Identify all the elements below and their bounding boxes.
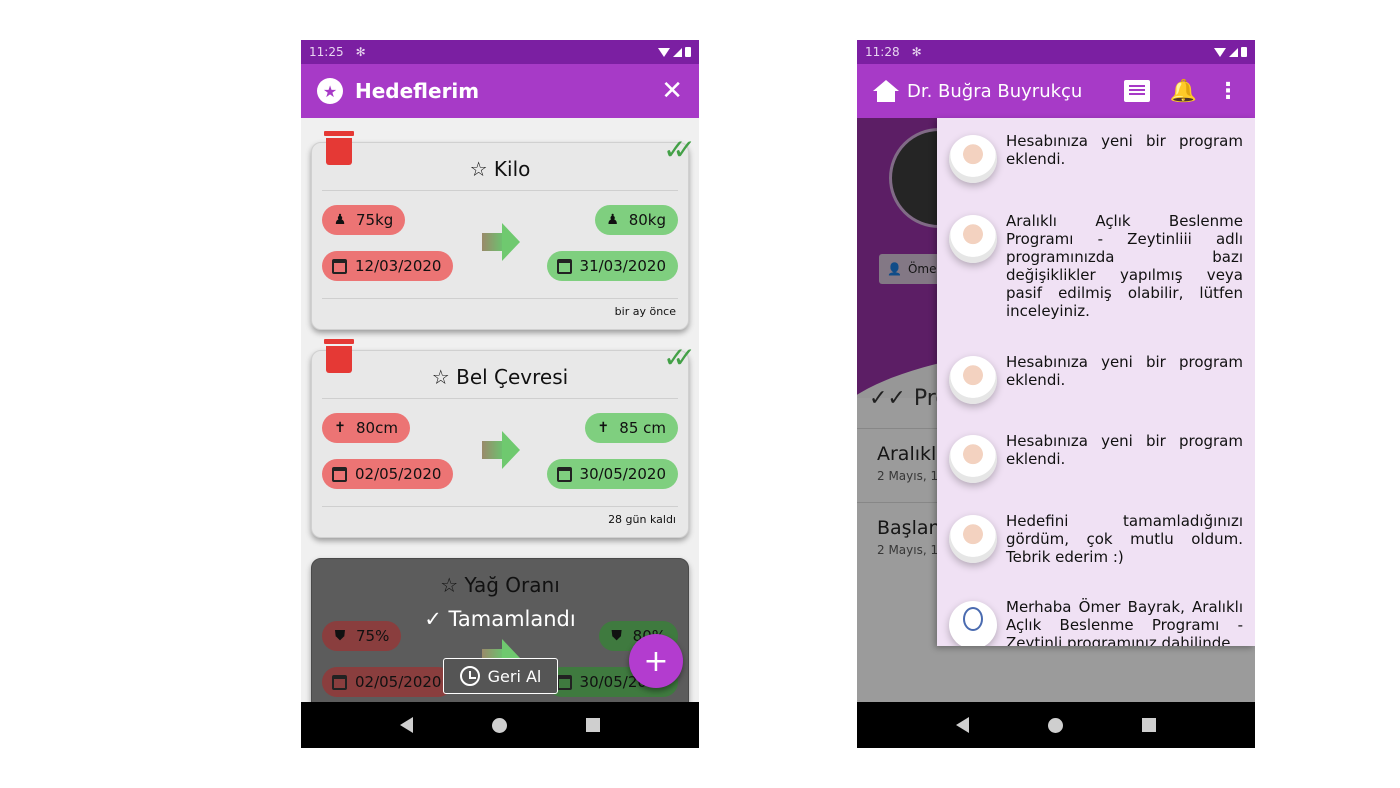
back-icon[interactable] bbox=[400, 717, 414, 733]
notification-item[interactable]: Hedefini tamamladığınızı gördüm, çok mut… bbox=[937, 512, 1255, 566]
logo-icon bbox=[949, 601, 997, 646]
status-time: 11:25 bbox=[309, 45, 344, 59]
close-icon[interactable]: ✕ bbox=[661, 78, 683, 104]
notification-item[interactable]: Hesabınıza yeni bir program eklendi. bbox=[937, 432, 1255, 483]
arrow-right-icon bbox=[482, 431, 520, 469]
remaining-time: 28 gün kaldı bbox=[608, 513, 676, 526]
goal-title: ☆ Yağ Oranı bbox=[440, 573, 560, 597]
calendar-icon bbox=[332, 466, 347, 482]
goal-card-waist: ✓✓ ☆ Bel Çevresi ✝ 80cm 02/05/2020 ✝ 85 … bbox=[311, 339, 696, 538]
home-nav-icon[interactable] bbox=[1047, 717, 1063, 733]
navigation-bar bbox=[301, 702, 699, 748]
message-icon[interactable] bbox=[1123, 80, 1150, 102]
wifi-icon bbox=[658, 47, 670, 57]
calendar-icon bbox=[332, 674, 347, 690]
status-bar: 11:25 ✻ bbox=[301, 40, 699, 64]
accessibility-icon: ✝ bbox=[597, 420, 610, 436]
start-value-pill: ✝ 80cm bbox=[322, 413, 410, 443]
home-screen: 11:28 ✻ Dr. Buğra Buyrukçu 🔔 ⋮ 👤 Ömer ✓✓… bbox=[857, 40, 1255, 748]
signal-icon bbox=[673, 47, 682, 57]
notification-item[interactable]: Hesabınıza yeni bir program eklendi. bbox=[937, 353, 1255, 404]
accessibility-icon: ✝ bbox=[334, 420, 346, 436]
target-date-pill: 30/05/2020 bbox=[546, 459, 678, 489]
arrow-right-icon bbox=[482, 223, 520, 261]
gear-icon: ✻ bbox=[355, 45, 366, 59]
person-icon: ♟ bbox=[606, 212, 619, 228]
avatar bbox=[949, 515, 997, 563]
app-bar: Dr. Buğra Buyrukçu 🔔 ⋮ bbox=[857, 64, 1255, 118]
start-value-pill: ♟ 75kg bbox=[322, 205, 406, 235]
star-icon: ★ bbox=[317, 78, 343, 104]
bell-icon[interactable]: 🔔 bbox=[1170, 79, 1197, 104]
more-vert-icon[interactable]: ⋮ bbox=[1217, 79, 1239, 104]
avatar bbox=[949, 356, 997, 404]
target-value-pill: ✝ 85 cm bbox=[585, 413, 678, 443]
calendar-icon bbox=[332, 258, 347, 274]
undo-button[interactable]: Geri Al bbox=[443, 658, 558, 694]
start-date-pill: 02/05/2020 bbox=[322, 667, 454, 697]
calendar-icon bbox=[556, 674, 572, 690]
notification-item[interactable]: Hesabınıza yeni bir program eklendi. bbox=[937, 132, 1255, 183]
battery-icon bbox=[1241, 47, 1247, 57]
gear-icon: ✻ bbox=[911, 45, 922, 59]
goal-list: ✓✓ ☆ Kilo ♟ 75kg 12/03/2020 ♟ 80kg 31/03… bbox=[301, 118, 699, 702]
target-date-pill: 31/03/2020 bbox=[546, 251, 678, 281]
history-icon bbox=[459, 666, 480, 686]
back-icon[interactable] bbox=[956, 717, 970, 733]
calendar-icon bbox=[556, 258, 572, 274]
goals-screen: 11:25 ✻ ★ Hedeflerim ✕ ✓✓ ☆ Kilo ♟ 75kg bbox=[301, 40, 699, 748]
signal-icon bbox=[1229, 47, 1238, 57]
goal-title: ☆ Bel Çevresi bbox=[431, 365, 569, 389]
recents-icon[interactable] bbox=[585, 718, 600, 732]
start-date-pill: 02/05/2020 bbox=[322, 459, 454, 489]
notification-item[interactable]: Merhaba Ömer Bayrak, Aralıklı Açlık Besl… bbox=[937, 598, 1255, 646]
check-icon: ✓ bbox=[424, 607, 442, 631]
navigation-bar bbox=[857, 702, 1255, 748]
calendar-icon bbox=[556, 466, 572, 482]
home-nav-icon[interactable] bbox=[491, 717, 507, 733]
app-bar: ★ Hedeflerim ✕ bbox=[301, 64, 699, 118]
avatar bbox=[949, 215, 997, 263]
goal-card-weight: ✓✓ ☆ Kilo ♟ 75kg 12/03/2020 ♟ 80kg 31/03… bbox=[311, 131, 696, 330]
notification-panel: Hesabınıza yeni bir program eklendi. Ara… bbox=[937, 118, 1255, 646]
start-date-pill: 12/03/2020 bbox=[322, 251, 454, 281]
system-icons bbox=[658, 47, 691, 57]
add-goal-button[interactable]: + bbox=[629, 634, 683, 688]
relative-time: bir ay önce bbox=[614, 305, 676, 318]
system-icons bbox=[1214, 47, 1247, 57]
doctor-name: Dr. Buğra Buyrukçu bbox=[907, 80, 1083, 102]
avatar bbox=[949, 135, 997, 183]
page-title: Hedeflerim bbox=[355, 79, 480, 103]
status-time: 11:28 bbox=[865, 45, 900, 59]
goal-card-body-fat: ☆ Yağ Oranı ⛊ 75% 02/05/2020 ⛊ 80% 30/05… bbox=[311, 558, 689, 702]
completed-status: ✓ Tamamlandı bbox=[424, 607, 576, 631]
wifi-icon bbox=[1214, 47, 1226, 57]
status-bar: 11:28 ✻ bbox=[857, 40, 1255, 64]
recents-icon[interactable] bbox=[1141, 718, 1156, 732]
home-icon[interactable] bbox=[873, 80, 899, 102]
goal-title: ☆ Kilo bbox=[469, 157, 531, 181]
avatar bbox=[949, 435, 997, 483]
notification-item[interactable]: Aralıklı Açlık Beslenme Programı - Zeyti… bbox=[937, 212, 1255, 320]
person-icon: ♟ bbox=[333, 212, 347, 228]
target-value-pill: ♟ 80kg bbox=[594, 205, 678, 235]
battery-icon bbox=[685, 47, 691, 57]
